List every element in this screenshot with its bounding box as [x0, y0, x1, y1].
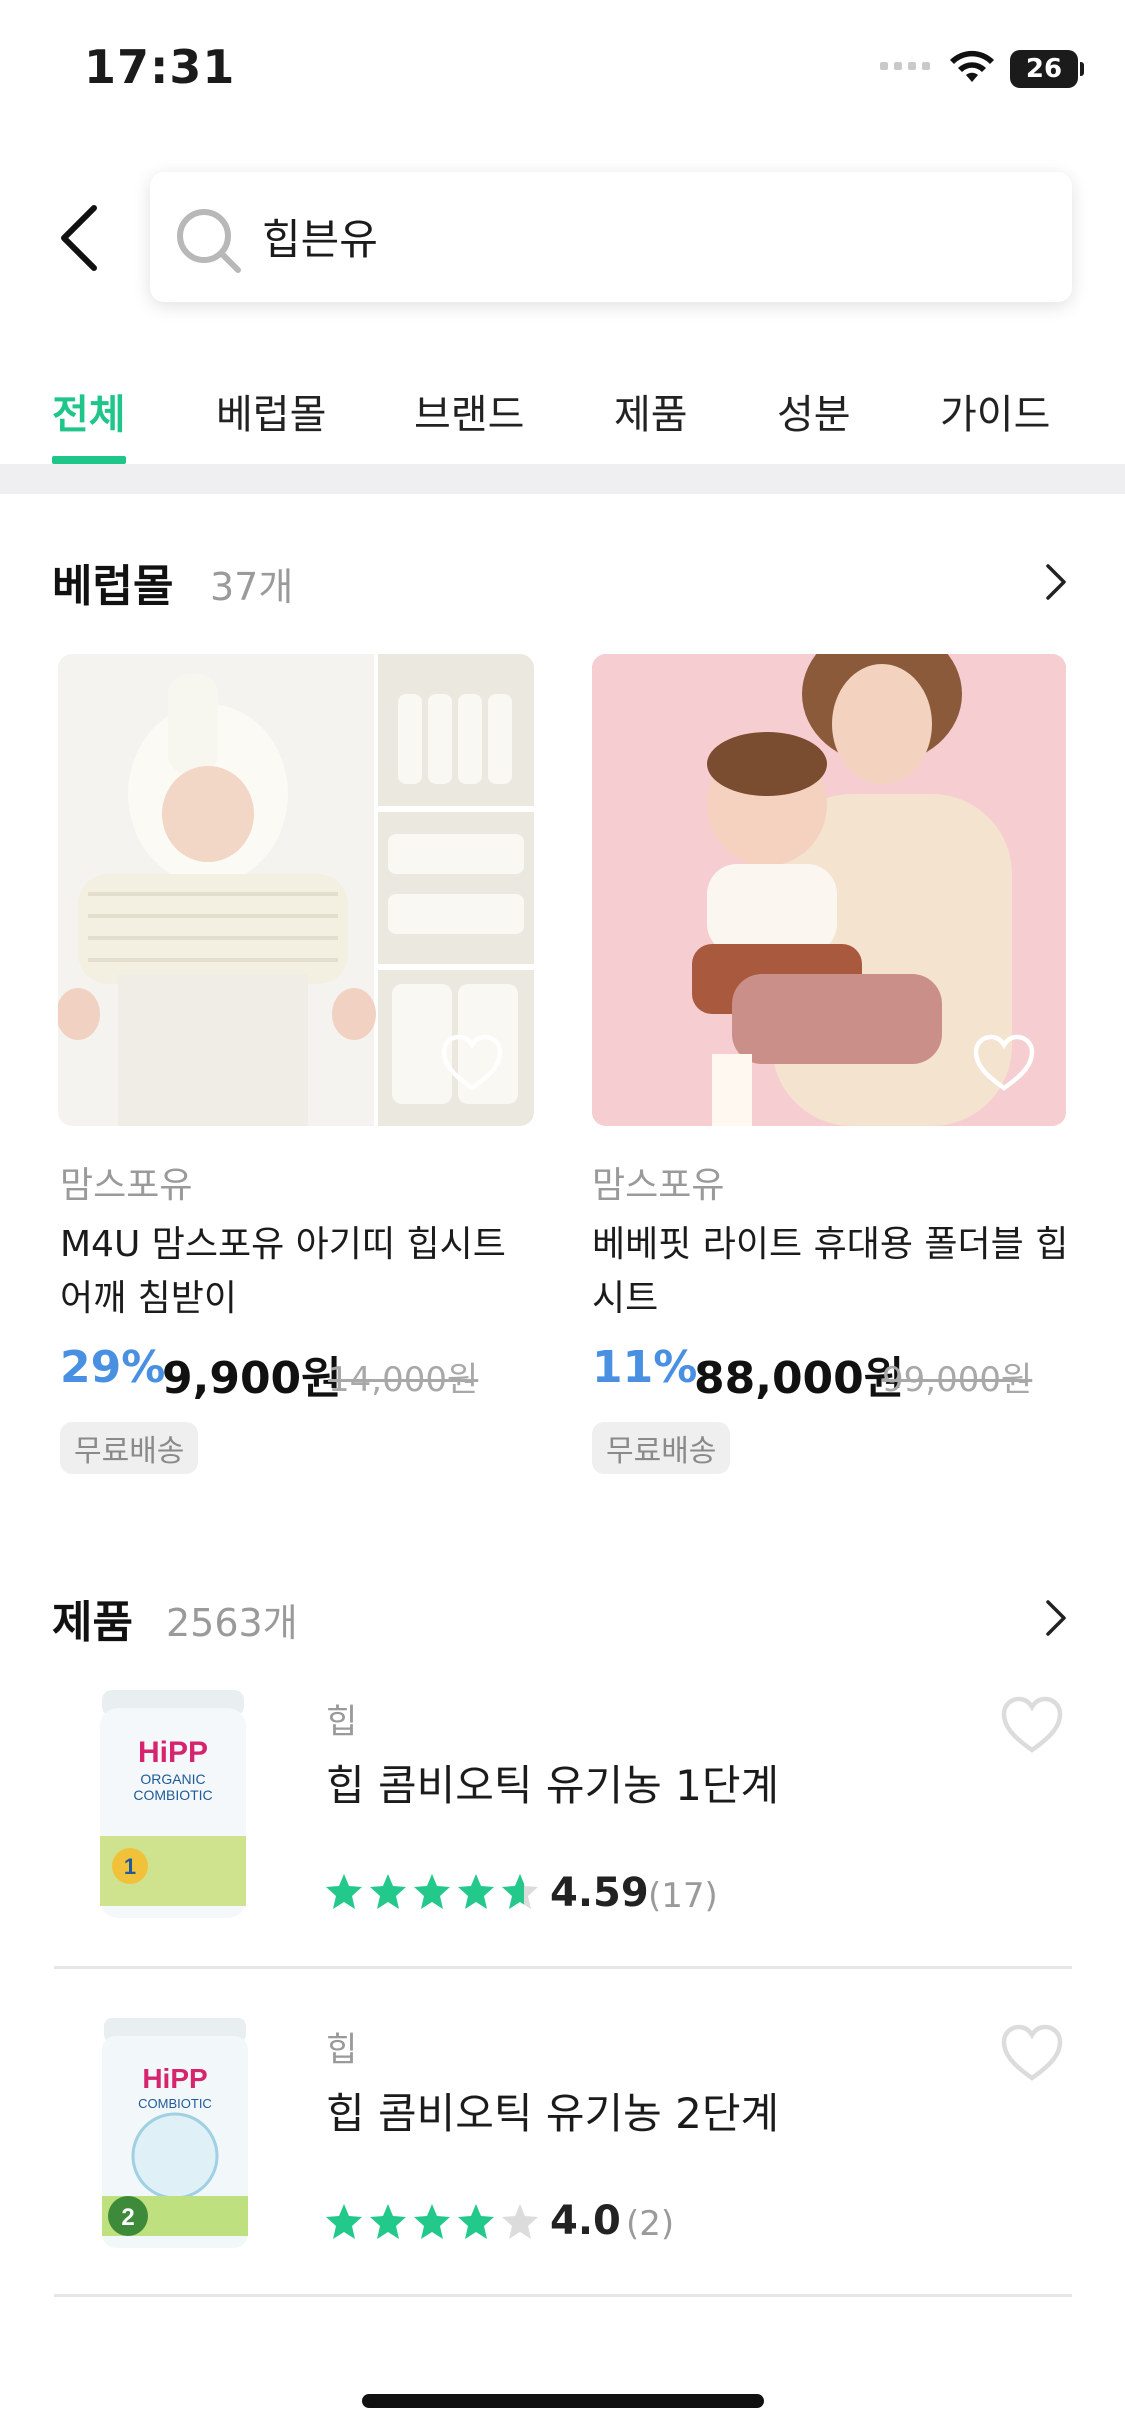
battery-icon: 26	[1010, 50, 1084, 88]
wishlist-heart-icon[interactable]	[972, 1034, 1036, 1092]
star-full-icon	[370, 1874, 406, 1909]
active-tab-indicator	[52, 456, 126, 464]
section-divider	[0, 464, 1125, 494]
product-brand: 힙	[326, 2030, 358, 2070]
wishlist-heart-icon[interactable]	[1000, 1696, 1064, 1754]
mall-item-brand: 맘스포유	[592, 1165, 725, 1206]
product-rating: 4.0	[550, 2198, 621, 2244]
search-bar[interactable]	[150, 172, 1072, 302]
row-divider	[54, 1966, 1072, 1969]
status-time: 17:31	[84, 40, 236, 94]
mall-more-chevron-icon[interactable]	[1036, 562, 1076, 602]
product-name[interactable]: 힙 콤비오틱 유기농 1단계	[326, 1752, 779, 1813]
rating-stars	[324, 1872, 540, 1912]
products-more-chevron-icon[interactable]	[1036, 1598, 1076, 1638]
svg-text:COMBIOTIC: COMBIOTIC	[133, 1787, 212, 1803]
product-image[interactable]: HiPP COMBIOTIC 2	[98, 2016, 252, 2252]
mall-item-price: 9,900원	[162, 1353, 342, 1404]
wishlist-heart-icon[interactable]	[1000, 2024, 1064, 2082]
svg-text:2: 2	[121, 2204, 134, 2231]
tab-brand[interactable]: 브랜드	[414, 382, 524, 440]
tab-guide[interactable]: 가이드	[940, 382, 1050, 440]
free-shipping-badge: 무료배송	[60, 1422, 199, 1474]
mall-item-original-price: 99,000원	[882, 1360, 1033, 1400]
cellular-signal-icon	[880, 62, 930, 70]
tab-mall[interactable]: 베럽몰	[216, 382, 326, 440]
product-image[interactable]: HiPP ORGANIC COMBIOTIC 1	[96, 1686, 250, 1922]
tab-ingredient[interactable]: 성분	[777, 382, 851, 440]
svg-text:ORGANIC: ORGANIC	[140, 1771, 205, 1787]
status-bar: 17:31 26	[0, 0, 1125, 140]
star-full-icon	[458, 2204, 494, 2239]
search-input[interactable]	[262, 204, 1042, 268]
can-brand-label: HiPP	[142, 2063, 207, 2094]
back-icon[interactable]	[50, 200, 110, 276]
product-brand: 힙	[326, 1702, 358, 1742]
category-tabs: 전체 베럽몰 브랜드 제품 성분 가이드	[0, 362, 1125, 466]
products-section-count: 2563개	[166, 1601, 298, 1645]
star-full-icon	[326, 2204, 362, 2239]
star-empty-icon	[502, 2204, 538, 2239]
mall-item-discount: 29%	[60, 1342, 166, 1393]
free-shipping-badge: 무료배송	[592, 1422, 731, 1474]
tab-product[interactable]: 제품	[614, 382, 688, 440]
can-brand-label: HiPP	[138, 1736, 208, 1769]
star-full-icon	[458, 1874, 494, 1909]
mall-item-price: 88,000원	[694, 1353, 905, 1404]
products-section-title: 제품	[52, 1597, 133, 1648]
mall-section-count: 37개	[210, 565, 294, 609]
battery-level: 26	[1025, 54, 1063, 84]
mall-item-discount: 11%	[592, 1342, 698, 1393]
star-full-icon	[326, 1874, 362, 1909]
product-rating: 4.59	[550, 1870, 649, 1916]
wishlist-heart-icon[interactable]	[440, 1034, 504, 1092]
rating-stars	[324, 2202, 540, 2242]
svg-text:1: 1	[124, 1854, 136, 1879]
mall-item-original-price: 14,000원	[328, 1360, 479, 1400]
mall-item-name[interactable]: M4U 맘스포유 아기띠 힙시트 어깨 침받이	[60, 1218, 550, 1326]
home-indicator[interactable]	[362, 2394, 764, 2408]
star-full-icon	[414, 2204, 450, 2239]
search-icon	[177, 209, 241, 273]
svg-text:COMBIOTIC: COMBIOTIC	[138, 2096, 212, 2111]
star-half-icon	[502, 1874, 538, 1909]
mall-item-brand: 맘스포유	[60, 1165, 193, 1206]
star-full-icon	[370, 2204, 406, 2239]
star-full-icon	[414, 1874, 450, 1909]
wifi-icon	[950, 50, 994, 82]
product-name[interactable]: 힙 콤비오틱 유기농 2단계	[326, 2080, 779, 2141]
mall-section-title: 베럽몰	[52, 561, 174, 612]
product-review-count: (2)	[626, 2204, 675, 2244]
tab-all[interactable]: 전체	[52, 382, 126, 440]
row-divider	[54, 2294, 1072, 2297]
product-review-count: (17)	[648, 1876, 718, 1916]
mall-item-name[interactable]: 베베핏 라이트 휴대용 폴더블 힙시트	[592, 1218, 1072, 1326]
